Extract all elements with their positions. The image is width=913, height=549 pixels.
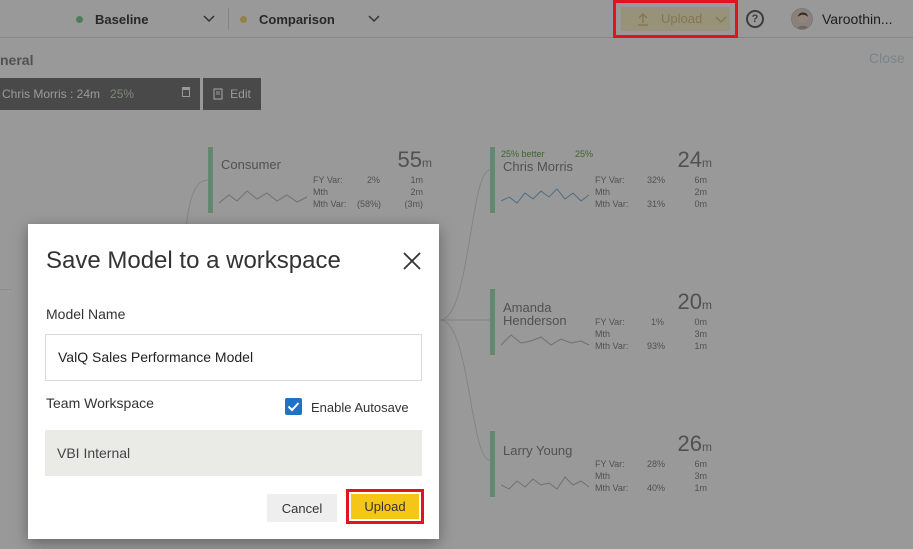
team-workspace-label: Team Workspace (46, 395, 154, 411)
cancel-button[interactable]: Cancel (267, 494, 337, 522)
model-name-input[interactable]: ValQ Sales Performance Model (45, 334, 422, 381)
dialog-title: Save Model to a workspace (46, 247, 341, 274)
upload-highlight-box: Upload (346, 489, 424, 524)
upload-highlight-box (613, 0, 738, 38)
workspace-select[interactable]: VBI Internal (45, 430, 422, 476)
upload-button[interactable]: Upload (351, 494, 419, 519)
save-model-dialog: Save Model to a workspace Model Name Val… (28, 224, 439, 539)
autosave-label[interactable]: Enable Autosave (311, 400, 409, 415)
checkmark-icon (287, 402, 300, 412)
close-icon[interactable] (400, 249, 424, 273)
model-name-label: Model Name (46, 306, 126, 322)
autosave-checkbox[interactable] (285, 398, 302, 415)
